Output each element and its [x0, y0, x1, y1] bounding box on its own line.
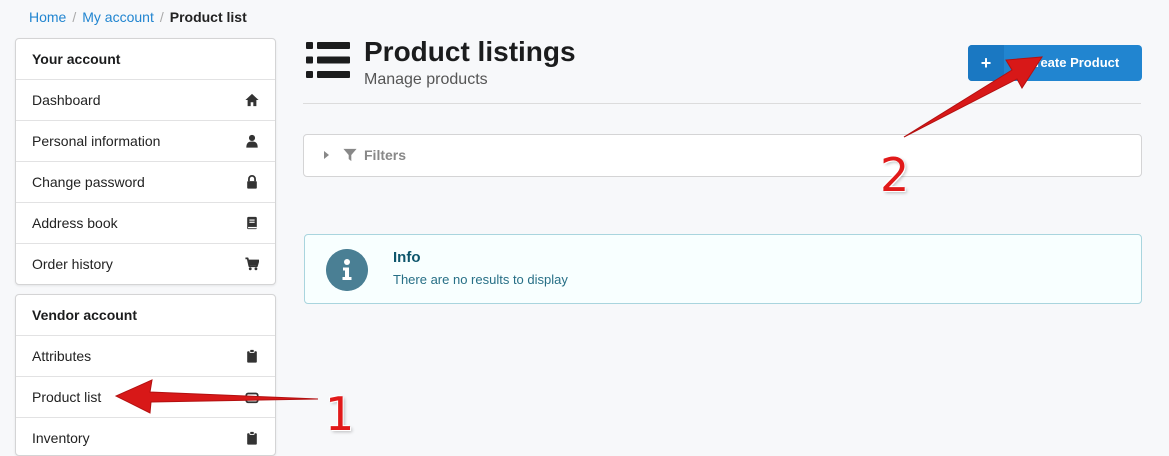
cart-icon [245, 257, 259, 271]
clipboard-icon [247, 431, 257, 445]
sidebar-item-product-list[interactable]: Product list [16, 377, 275, 418]
sidebar-item-label: Product list [32, 389, 102, 405]
info-title: Info [393, 249, 421, 266]
sidebar-item-inventory[interactable]: Inventory [16, 418, 275, 455]
account-menu: Your account Dashboard Personal informat… [15, 38, 276, 285]
breadcrumb-separator: / [72, 9, 77, 25]
book-icon [247, 216, 257, 230]
filters-accordion[interactable]: Filters [303, 134, 1142, 177]
breadcrumb-current: Product list [169, 9, 247, 25]
sidebar-item-label: Personal information [32, 133, 161, 149]
sidebar-item-label: Attributes [32, 348, 92, 364]
box-icon [245, 392, 259, 404]
annotation-number-1: 1 [325, 387, 355, 441]
list-icon [306, 42, 350, 78]
breadcrumb-home-link[interactable]: Home [29, 9, 66, 25]
info-message: Info There are no results to display [304, 234, 1142, 304]
sidebar-item-change-password[interactable]: Change password [16, 162, 275, 203]
caret-right-icon [324, 151, 329, 159]
filters-label: Filters [364, 147, 407, 163]
sidebar-item-label: Address book [32, 215, 118, 231]
clipboard-icon [247, 349, 257, 363]
create-product-button[interactable]: + Create Product [968, 45, 1142, 81]
account-menu-header: Your account [16, 39, 275, 80]
sidebar-item-label: Change password [32, 174, 145, 190]
info-icon [326, 249, 368, 291]
sidebar-item-label: Inventory [32, 430, 90, 446]
sidebar-item-personal-information[interactable]: Personal information [16, 121, 275, 162]
filter-icon [343, 148, 357, 162]
sidebar-item-attributes[interactable]: Attributes [16, 336, 275, 377]
breadcrumb-separator: / [159, 9, 164, 25]
home-icon [245, 93, 259, 107]
breadcrumb-account-link[interactable]: My account [82, 9, 154, 25]
page-title: Product listings [364, 36, 576, 67]
sidebar-item-dashboard[interactable]: Dashboard [16, 80, 275, 121]
lock-icon [247, 175, 257, 189]
user-icon [246, 134, 258, 148]
sidebar-item-label: Dashboard [32, 92, 101, 108]
vendor-menu-header: Vendor account [16, 295, 275, 336]
breadcrumb: Home / My account / Product list [29, 9, 247, 26]
annotation-number-2: 2 [880, 148, 910, 202]
page-subtitle: Manage products [364, 71, 488, 88]
vendor-menu: Vendor account Attributes Product list I… [15, 294, 276, 456]
sidebar-item-order-history[interactable]: Order history [16, 244, 275, 284]
sidebar-item-address-book[interactable]: Address book [16, 203, 275, 244]
create-product-label: Create Product [1026, 55, 1120, 70]
sidebar-item-label: Order history [32, 256, 113, 272]
info-text: There are no results to display [393, 272, 568, 287]
plus-icon: + [968, 45, 1004, 81]
